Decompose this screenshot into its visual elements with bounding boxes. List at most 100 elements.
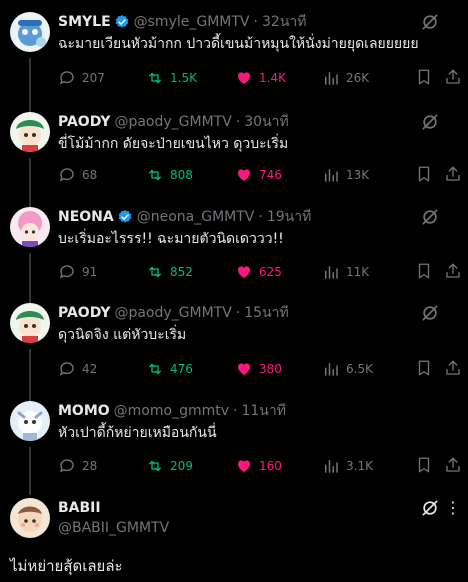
share-icon [446,360,460,375]
bookmark-icon [418,360,430,376]
tweet-header: PAODY @paody_GMMTV · 30นาที [58,112,408,132]
retweet-button[interactable]: 852 [146,262,193,282]
avatar-paody[interactable] [10,112,50,152]
grok-icon[interactable] [420,207,440,227]
grok-icon[interactable] [420,498,440,518]
reply-button[interactable]: 207 [58,68,105,88]
retweet-button[interactable]: 808 [146,165,193,185]
action-bar: 91 852 625 11K [58,262,468,282]
share-button[interactable] [444,456,462,478]
reply-icon [59,459,74,473]
views-icon [325,363,338,376]
timestamp[interactable]: 32นาที [262,12,306,32]
share-button[interactable] [444,165,462,187]
bookmark-icon [418,457,430,473]
author-handle[interactable]: @paody_GMMTV [114,303,231,323]
retweet-count: 476 [170,362,193,376]
share-icon [446,457,460,472]
share-button[interactable] [444,359,462,381]
more-options-icon[interactable]: ⋮ [445,498,462,518]
thread-line [29,349,31,403]
thread-line [29,447,31,495]
timestamp[interactable]: 15นาที [244,303,288,323]
grok-icon[interactable] [420,12,440,32]
reply-button[interactable]: 42 [58,359,97,379]
separator-dot: · [253,14,258,30]
action-bar: 68 808 746 13K [58,165,468,185]
tweet-text: บะเริ่มอะไรรร!! ฉะมายตัวนิดเดววว!! [58,231,284,247]
author-handle[interactable]: @smyle_GMMTV [134,12,250,32]
avatar-momo[interactable] [10,401,50,441]
timestamp[interactable]: 19นาที [267,207,311,227]
like-count: 380 [259,362,282,376]
timestamp[interactable]: 30นาที [244,112,288,132]
author-name[interactable]: SMYLE [58,12,111,32]
bookmark-button[interactable] [415,165,433,187]
reply-count: 91 [82,265,98,279]
reply-icon [59,71,74,85]
retweet-button[interactable]: 476 [146,359,193,379]
bookmark-icon [418,69,430,85]
like-button[interactable]: 746 [235,165,282,185]
author-handle[interactable]: @paody_GMMTV [114,112,231,132]
author-name[interactable]: PAODY [58,112,110,132]
author-name[interactable]: PAODY [58,303,110,323]
author-handle[interactable]: @neona_GMMTV [137,207,255,227]
bookmark-button[interactable] [415,456,433,478]
avatar-babii[interactable] [10,498,50,538]
bookmark-button[interactable] [415,262,433,284]
retweet-button[interactable]: 209 [146,456,193,476]
grok-icon[interactable] [420,112,440,132]
reply-button[interactable]: 68 [58,165,97,185]
timestamp[interactable]: 11นาที [241,401,285,421]
grok-icon[interactable] [420,303,440,323]
like-button[interactable]: 380 [235,359,282,379]
views-count: 26K [346,71,370,85]
separator-dot: · [235,114,241,130]
verified-badge-icon [114,14,130,30]
action-bar: 42 476 380 6.5K [58,359,468,379]
views-button[interactable]: 3.1K [322,456,373,476]
reply-button[interactable]: 91 [58,262,97,282]
like-button[interactable]: 1.4K [235,68,286,88]
views-button[interactable]: 13K [322,165,369,185]
heart-icon [238,363,250,375]
reply-button[interactable]: 28 [58,456,97,476]
views-button[interactable]: 6.5K [322,359,373,379]
author-handle[interactable]: @momo_gmmtv [114,401,229,421]
thread-feed: SMYLE @smyle_GMMTV · 32นาที ฉะมายเวียนหั… [0,0,468,582]
bookmark-icon [418,166,430,182]
like-button[interactable]: 625 [235,262,282,282]
retweet-count: 1.5K [170,71,197,85]
tweet-header: BABII [58,498,408,518]
like-count: 625 [259,265,282,279]
avatar-smyle[interactable] [10,12,50,52]
views-button[interactable]: 11K [322,262,369,282]
author-name[interactable]: MOMO [58,401,110,421]
tweet-header: NEONA @neona_GMMTV · 19นาที [58,207,408,227]
separator-dot: · [235,305,241,321]
share-button[interactable] [444,68,462,90]
avatar-neona[interactable] [10,207,50,247]
tweet-text: หัวเปาดี้ก้หย่ายเหมือนกันนี่ [58,425,217,441]
author-handle[interactable]: @BABII_GMMTV [58,520,169,536]
avatar-paody[interactable] [10,303,50,343]
retweet-icon [149,266,161,278]
retweet-icon [149,363,161,375]
reply-icon [59,362,74,376]
views-icon [325,460,338,473]
like-button[interactable]: 160 [235,456,282,476]
retweet-button[interactable]: 1.5K [146,68,197,88]
author-name[interactable]: BABII [58,498,101,518]
retweet-icon [149,169,161,181]
author-name[interactable]: NEONA [58,207,114,227]
bookmark-button[interactable] [415,68,433,90]
share-button[interactable] [444,262,462,284]
views-button[interactable]: 26K [322,68,369,88]
bookmark-button[interactable] [415,359,433,381]
reply-icon [59,168,74,182]
views-count: 13K [346,168,370,182]
views-count: 11K [346,265,370,279]
retweet-count: 852 [170,265,193,279]
retweet-icon [149,460,161,472]
